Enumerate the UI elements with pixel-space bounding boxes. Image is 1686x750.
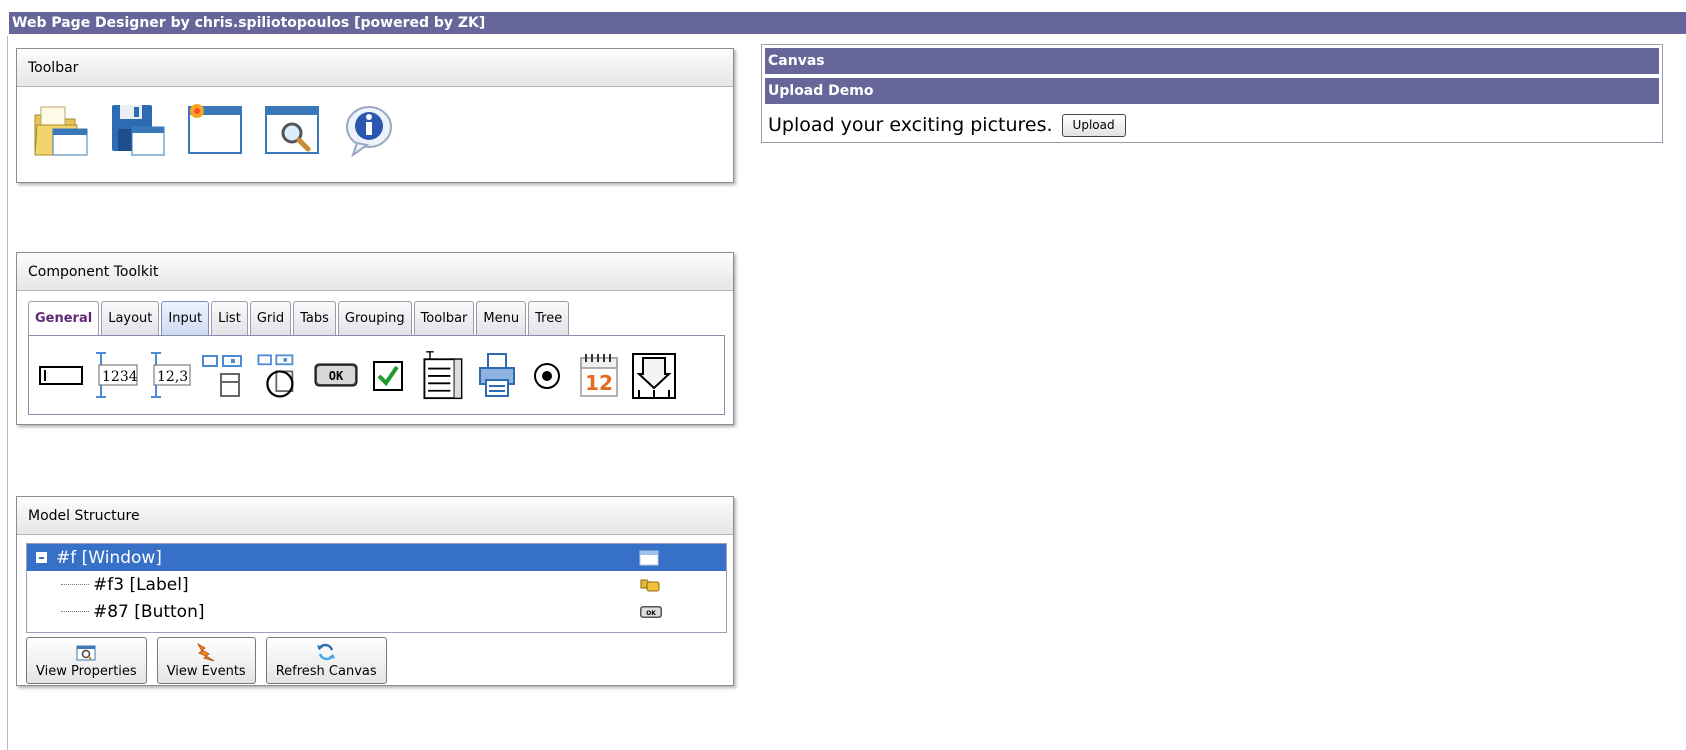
textbox-component-icon[interactable]	[38, 350, 84, 400]
intbox-component-icon[interactable]: 1234	[93, 350, 139, 400]
calendar-component-icon[interactable]: 12	[576, 350, 622, 400]
button-icon-text: OK	[646, 610, 656, 617]
label-icon	[640, 579, 660, 592]
save-file-icon[interactable]	[108, 101, 168, 159]
tree-row-label: #f [Window]	[56, 547, 162, 568]
tab-general[interactable]: General	[28, 301, 100, 335]
properties-icon	[76, 645, 96, 661]
preview-icon[interactable]	[262, 101, 322, 159]
app-title-bar: Web Page Designer by chris.spiliotopoulo…	[9, 12, 1686, 34]
upload-description: Upload your exciting pictures.	[768, 114, 1053, 136]
combobox-component-icon[interactable]	[201, 350, 245, 400]
tree-row-window[interactable]: #f [Window]	[27, 544, 726, 571]
view-properties-button[interactable]: View Properties	[26, 637, 147, 684]
refresh-canvas-button[interactable]: Refresh Canvas	[265, 637, 387, 684]
tree-row-label: #f3 [Label]	[93, 574, 189, 595]
checkbox-component-icon[interactable]	[368, 350, 408, 400]
canvas-panel: Canvas Upload Demo Upload your exciting …	[761, 44, 1663, 143]
tab-input[interactable]: Input	[161, 301, 210, 335]
tree-row-label: #87 [Button]	[93, 601, 205, 622]
open-file-icon[interactable]	[31, 101, 91, 159]
tree-connector	[61, 584, 89, 585]
tab-layout[interactable]: Layout	[101, 301, 160, 335]
view-events-label: View Events	[166, 664, 246, 679]
view-properties-label: View Properties	[36, 664, 137, 679]
tab-grouping[interactable]: Grouping	[337, 301, 412, 335]
model-tree: #f [Window] #f3 [Label] #87 [Button] OK	[26, 543, 727, 633]
info-icon[interactable]	[339, 101, 399, 159]
view-events-button[interactable]: View Events	[156, 637, 256, 684]
tab-tree[interactable]: Tree	[528, 301, 570, 335]
tab-grid[interactable]: Grid	[249, 301, 292, 335]
canvas-title: Canvas	[765, 48, 1659, 74]
tree-row-button-node[interactable]: #87 [Button] OK	[27, 598, 726, 625]
decimalbox-component-icon[interactable]: 12,3	[148, 350, 192, 400]
upload-demo-content: Upload your exciting pictures. Upload	[765, 108, 1659, 142]
button-icon: OK	[640, 606, 662, 618]
events-icon	[197, 642, 215, 662]
tab-tabs[interactable]: Tabs	[293, 301, 336, 335]
fileupload-component-icon[interactable]	[631, 350, 677, 400]
window-icon	[639, 550, 659, 566]
intbox-sample: 1234	[102, 369, 138, 385]
toolbar-panel: Toolbar	[16, 48, 734, 183]
bandbox-component-icon[interactable]	[254, 350, 304, 400]
refresh-canvas-label: Refresh Canvas	[275, 664, 377, 679]
model-structure-title: Model Structure	[17, 497, 733, 535]
decimalbox-sample: 12,3	[157, 369, 188, 385]
component-toolkit-title: Component Toolkit	[17, 253, 733, 291]
toolbar-panel-title: Toolbar	[17, 49, 733, 87]
left-border	[7, 36, 8, 750]
button-component-icon[interactable]: OK	[313, 350, 359, 400]
calendar-sample: 12	[585, 371, 613, 395]
tab-toolbar[interactable]: Toolbar	[413, 301, 475, 335]
upload-demo-window-title: Upload Demo	[765, 78, 1659, 104]
component-toolkit-panel: Component Toolkit General Layout Input L…	[16, 252, 734, 425]
tab-menu[interactable]: Menu	[476, 301, 527, 335]
printer-component-icon[interactable]	[476, 350, 518, 400]
upload-button[interactable]: Upload	[1061, 113, 1126, 137]
refresh-icon	[317, 643, 336, 661]
tree-row-label-node[interactable]: #f3 [Label]	[27, 571, 726, 598]
listbox-component-icon[interactable]	[417, 350, 467, 400]
radio-component-icon[interactable]	[527, 350, 567, 400]
button-sample: OK	[329, 369, 344, 383]
model-structure-panel: Model Structure #f [Window] #f3 [Label] …	[16, 496, 734, 686]
tab-list[interactable]: List	[211, 301, 248, 335]
collapse-toggle-icon[interactable]	[36, 552, 47, 563]
tree-connector	[61, 611, 89, 612]
new-window-icon[interactable]	[185, 101, 245, 159]
toolkit-tab-content: 1234 12,3 OK 12	[28, 335, 725, 415]
toolkit-tabs: General Layout Input List Grid Tabs Grou…	[17, 291, 733, 335]
